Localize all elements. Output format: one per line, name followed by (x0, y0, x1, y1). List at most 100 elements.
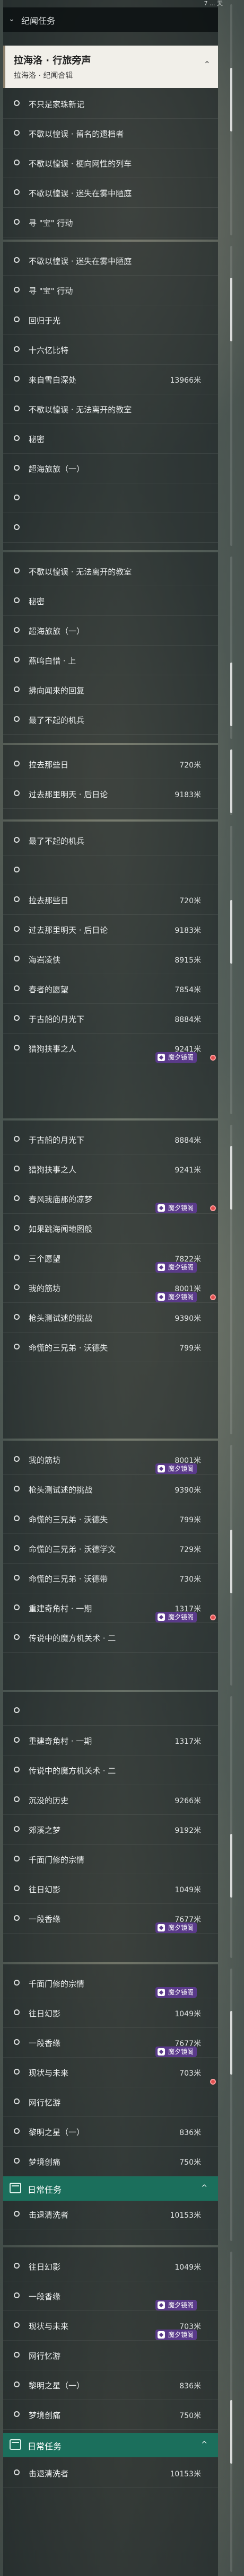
quest-row[interactable]: 猎狗扶事之人 9241米 (3, 1155, 218, 1184)
quest-row[interactable]: 过去那里明天 · 后日论 9183米 (3, 780, 218, 809)
quest-row[interactable]: 千面门修的宗情 (3, 1846, 218, 1874)
quest-row[interactable] (3, 857, 218, 885)
quest-row[interactable]: 春风我庙那的凉梦 ◆ 魔夕镜阁 (3, 1185, 218, 1214)
quest-row[interactable]: 不歇以惶误 · 迷失在雾中陋庭 (3, 179, 218, 208)
quest-row[interactable]: 现状与未来 703米 (3, 2059, 218, 2087)
quest-row[interactable]: 最了不起的机兵 (3, 827, 218, 855)
selected-quest-card[interactable]: 拉海洛 · 行旅旁声 拉海洛 · 纪闻合辑 ⌃ (3, 46, 218, 88)
quest-radio-icon (14, 495, 20, 500)
quest-row[interactable]: 海岩凌侠 8915米 (3, 946, 218, 974)
quest-row[interactable] (3, 514, 218, 543)
quest-row[interactable]: 千面门修的宗情 ◆ 魔夕镜阁 (3, 1970, 218, 1998)
quest-row[interactable]: 超海旅旅（一） (3, 617, 218, 646)
quest-row[interactable]: 过去那里明天 · 后日论 9183米 (3, 916, 218, 945)
chevron-up-icon[interactable]: ^ (201, 2440, 207, 2449)
quest-row[interactable]: 最了不起的机兵 (3, 706, 218, 735)
scrollbar-thumb[interactable] (230, 1530, 232, 1593)
quest-row[interactable]: 如果跳海闻地图般 (3, 1215, 218, 1243)
quest-radio-icon (14, 2211, 20, 2217)
quest-row[interactable]: 于古船的月光下 8884米 (3, 1126, 218, 1154)
scrollbar-track[interactable] (230, 749, 232, 815)
quest-row[interactable]: 黎明之星（一） 836米 (3, 2371, 218, 2400)
quest-row[interactable]: 不歇以惶误 · 梗向网性的列车 (3, 149, 218, 178)
category-header-side-story[interactable]: ⌄ 纪闻任务 (3, 7, 218, 32)
quest-row[interactable]: 秘密 (3, 425, 218, 454)
quest-row[interactable]: 击退清洗者 10153米 (3, 2459, 218, 2488)
quest-row[interactable]: 一段香缘 7677米 ◆ 魔夕镜阁 (3, 2029, 218, 2058)
scrollbar-track[interactable] (230, 246, 232, 546)
scrollbar-thumb[interactable] (230, 900, 232, 964)
scrollbar-track[interactable] (230, 1969, 232, 2241)
quest-row[interactable]: 不只是家珠新记 (3, 90, 218, 119)
quest-row[interactable]: 一段香缘 ◆ 魔夕镜阁 (3, 2282, 218, 2311)
quest-row[interactable]: 燕鸣白惜 · 上 (3, 647, 218, 675)
scrollbar-thumb[interactable] (230, 1834, 232, 1898)
scrollbar-track[interactable] (230, 1125, 232, 1434)
quest-row[interactable]: 命慌的三兄弟 · 沃德学文 729米 (3, 1535, 218, 1564)
quest-row[interactable]: 于古船的月光下 8884米 (3, 1005, 218, 1034)
quest-row[interactable] (3, 484, 218, 513)
collapse-icon[interactable]: ⌃ (204, 59, 211, 69)
scrollbar-track[interactable] (230, 4, 232, 235)
quest-row[interactable]: 黎明之星（一） 836米 (3, 2118, 218, 2147)
scrollbar-thumb[interactable] (230, 278, 232, 341)
quest-row[interactable]: 拂向闻来的回复 (3, 676, 218, 705)
quest-row[interactable]: 来自雪白深处 13966米 (3, 366, 218, 394)
quest-row[interactable]: 击退清洗者 10153米 (3, 2201, 218, 2229)
quest-row[interactable]: 梦境创痛 750米 (3, 2401, 218, 2430)
scrollbar-thumb[interactable] (230, 663, 232, 726)
new-quest-alert-icon (210, 2079, 216, 2085)
quest-row[interactable]: 重建奇角村 · 一期 1317米 ◆ 魔夕镜阁 (3, 1594, 218, 1623)
quest-row[interactable] (3, 1697, 218, 1726)
quest-row[interactable]: 我的筋坊 8001米 ◆ 魔夕镜阁 (3, 1274, 218, 1303)
quest-row[interactable]: 寻 "宝" 行动 (3, 277, 218, 305)
scrollbar-thumb[interactable] (230, 749, 232, 813)
quest-row[interactable]: 现状与未来 703米 ◆ 魔夕镜阁 (3, 2312, 218, 2341)
quest-row[interactable]: 枪头测试述的挑战 9390米 (3, 1304, 218, 1333)
quest-row[interactable]: 重建奇角村 · 一期 1317米 (3, 1727, 218, 1755)
quest-row[interactable]: 郊溪之梦 9192米 (3, 1816, 218, 1845)
chevron-up-icon[interactable]: ^ (201, 2184, 207, 2192)
scrollbar-thumb[interactable] (230, 2400, 232, 2464)
quest-row[interactable]: 秘密 (3, 587, 218, 616)
quest-row[interactable]: 不歇以惶误 · 留名的遗档者 (3, 120, 218, 148)
category-header-daily[interactable]: 日常任务 ^ (3, 2176, 218, 2201)
quest-row[interactable]: 春者的愿望 7854米 (3, 975, 218, 1004)
category-header-daily[interactable]: 日常任务 ^ (3, 2433, 218, 2457)
scrollbar-track[interactable] (230, 557, 232, 739)
quest-row[interactable]: 往日幻影 1049米 (3, 2253, 218, 2281)
scrollbar-thumb[interactable] (230, 2011, 232, 2075)
quest-row[interactable]: 命慌的三兄弟 · 沃德失 799米 (3, 1505, 218, 1534)
quest-row[interactable]: 枪头测试述的挑战 9390米 (3, 1476, 218, 1504)
quest-row[interactable]: 不歇以惶误 · 迷失在雾中陋庭 (3, 247, 218, 276)
scrollbar-thumb[interactable] (230, 68, 232, 131)
quest-row[interactable]: 十六亿比特 (3, 336, 218, 365)
quest-row[interactable]: 超海旅旅（一） (3, 455, 218, 483)
quest-row[interactable]: 拉去那些日 720米 (3, 751, 218, 779)
quest-row[interactable]: 猎狗扶事之人 9241米 ◆ 魔夕镜阁 (3, 1035, 218, 1063)
quest-row[interactable]: 网行忆游 (3, 2088, 218, 2117)
quest-row[interactable]: 寻 "宝" 行动 (3, 209, 218, 237)
scrollbar-track[interactable] (230, 2252, 232, 2572)
quest-row[interactable]: 命慌的三兄弟 · 沃德带 730米 (3, 1565, 218, 1593)
quest-row[interactable]: 往日幻影 1049米 (3, 1999, 218, 2028)
scrollbar-thumb[interactable] (230, 1146, 232, 1210)
quest-row[interactable]: 不歇以惶误 · 无法离开的教室 (3, 558, 218, 586)
scrollbar-track[interactable] (230, 1696, 232, 1958)
quest-row[interactable]: 一段香缘 7677米 ◆ 魔夕镜阁 (3, 1905, 218, 1934)
quest-row[interactable]: 回归于光 (3, 306, 218, 335)
scrollbar-track[interactable] (230, 1445, 232, 1686)
quest-row[interactable]: 我的筋坊 8001米 ◆ 魔夕镜阁 (3, 1446, 218, 1475)
quest-row[interactable]: 网行忆游 (3, 2342, 218, 2370)
quest-row[interactable]: 沉没的历史 9266米 (3, 1786, 218, 1815)
quest-row[interactable]: 传说中的魔方机关术 · 二 (3, 1757, 218, 1785)
scrollbar-track[interactable] (230, 826, 232, 1114)
quest-row[interactable]: 拉去那些日 720米 (3, 886, 218, 915)
quest-row[interactable]: 往日幻影 1049米 (3, 1875, 218, 1904)
quest-row[interactable]: 不歇以惶误 · 无法离开的教室 (3, 395, 218, 424)
quest-row[interactable]: 命慌的三兄弟 · 沃德失 799米 (3, 1334, 218, 1362)
quest-row[interactable]: 梦境创痛 750米 (3, 2148, 218, 2176)
quest-row[interactable]: 三个愿望 7822米 ◆ 魔夕镜阁 (3, 1245, 218, 1273)
quest-radio-icon (14, 790, 20, 796)
quest-row[interactable]: 传说中的魔方机关术 · 二 (3, 1624, 218, 1653)
